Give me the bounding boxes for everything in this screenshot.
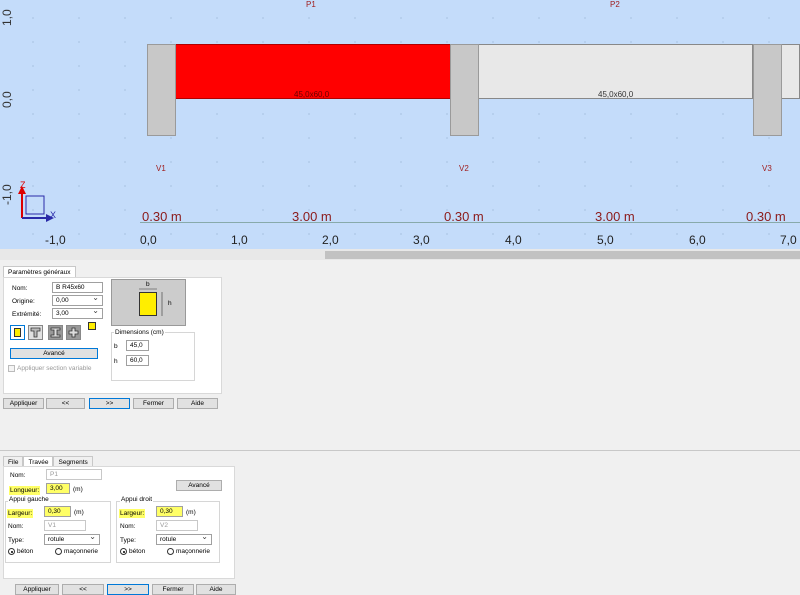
y-tick-label: 1,0 — [0, 9, 14, 26]
i-section-button[interactable] — [48, 325, 63, 340]
x-tick-label: 5,0 — [597, 233, 614, 247]
b-label: b — [114, 343, 118, 350]
origine-label: Origine: — [12, 298, 35, 305]
pillar-v3[interactable] — [753, 44, 782, 136]
x-tick-label: 6,0 — [689, 233, 706, 247]
extremite-select[interactable]: 3,00 — [52, 306, 103, 319]
x-tick-label: -1,0 — [45, 233, 66, 247]
origine-select[interactable]: 0,00 — [52, 293, 103, 306]
preview-dimension-lines — [139, 288, 163, 316]
beam-tag-p2: P2 — [610, 0, 620, 9]
span-apply-button[interactable]: Appliquer — [15, 584, 59, 595]
scrollbar-thumb[interactable] — [325, 251, 800, 259]
t-section-button[interactable] — [28, 325, 43, 340]
span-name-field[interactable]: P1 — [46, 469, 102, 480]
span-close-button[interactable]: Fermer — [152, 584, 194, 595]
preview-h-label: h — [168, 300, 172, 307]
grid — [0, 0, 800, 260]
left-largeur-label: Largeur: — [7, 509, 34, 518]
left-maconnerie-radio[interactable] — [55, 548, 62, 555]
right-largeur-unit: (m) — [186, 509, 196, 516]
support-tag-v3: V3 — [762, 164, 772, 173]
span-previous-button[interactable]: << — [62, 584, 104, 595]
left-support-title: Appui gauche — [8, 496, 50, 503]
x-tick-label: 2,0 — [322, 233, 339, 247]
longueur-label: Longueur: — [9, 486, 41, 495]
section-preview: b h — [111, 279, 186, 326]
dimensions-title: Dimensions (cm) — [114, 329, 165, 336]
cross-section-button[interactable] — [66, 325, 81, 340]
rectangle-shape-icon — [14, 328, 21, 337]
span-nom-label: Nom: — [10, 472, 26, 479]
right-beton-radio[interactable] — [120, 548, 127, 555]
beam-tag-p1: P1 — [306, 0, 316, 9]
left-maconnerie-label: maçonnerie — [64, 548, 98, 555]
x-tick-label: 7,0 — [780, 233, 797, 247]
span-help-button[interactable]: Aide — [196, 584, 236, 595]
b-field[interactable]: 45,0 — [126, 340, 149, 351]
y-tick-label: 0,0 — [0, 91, 14, 108]
previous-button[interactable]: << — [46, 398, 85, 409]
variable-section-checkbox[interactable] — [8, 365, 15, 372]
right-largeur-label: Largeur: — [119, 509, 146, 518]
pillar-v1[interactable] — [147, 44, 176, 136]
dimension-line — [140, 222, 800, 223]
extremite-label: Extrémité: — [12, 311, 42, 318]
color-swatch[interactable] — [88, 322, 96, 330]
left-type-label: Type: — [8, 537, 24, 544]
axis-z-label: Z — [20, 180, 26, 190]
tab-parametres-generaux[interactable]: Paramètres généraux — [3, 266, 76, 277]
right-nom-label: Nom: — [120, 523, 136, 530]
left-nom-field[interactable]: V1 — [44, 520, 86, 531]
span-advanced-button[interactable]: Avancé — [176, 480, 222, 491]
x-tick-label: 1,0 — [231, 233, 248, 247]
h-label: h — [114, 358, 118, 365]
right-type-label: Type: — [120, 537, 136, 544]
right-type-select[interactable]: rotule — [156, 532, 212, 545]
close-button[interactable]: Fermer — [133, 398, 174, 409]
support-tag-v1: V1 — [156, 164, 166, 173]
next-button[interactable]: >> — [89, 398, 130, 409]
longueur-unit: (m) — [73, 486, 83, 493]
t-shape-icon — [30, 327, 41, 338]
right-largeur-field[interactable]: 0,30 — [156, 506, 183, 517]
divider — [0, 450, 800, 451]
x-tick-label: 3,0 — [413, 233, 430, 247]
left-largeur-field[interactable]: 0,30 — [44, 506, 71, 517]
x-tick-label: 0,0 — [140, 233, 157, 247]
rectangular-section-button[interactable] — [10, 325, 25, 340]
cross-shape-icon — [68, 327, 79, 338]
nom-label: Nom: — [12, 285, 28, 292]
x-tick-label: 4,0 — [505, 233, 522, 247]
preview-b-label: b — [146, 281, 150, 288]
i-shape-icon — [50, 327, 61, 338]
variable-section-label: Appliquer section variable — [17, 365, 92, 372]
help-button[interactable]: Aide — [177, 398, 218, 409]
left-nom-label: Nom: — [8, 523, 24, 530]
left-beton-label: béton — [17, 548, 34, 555]
beam-p3[interactable] — [781, 44, 800, 99]
structure-canvas[interactable]: 1,0 0,0 -1,0 P1 P2 45,0x60,0 45,0x60,0 V… — [0, 0, 800, 260]
advanced-button[interactable]: Avancé — [10, 348, 98, 359]
left-beton-radio[interactable] — [8, 548, 15, 555]
right-nom-field[interactable]: V2 — [156, 520, 198, 531]
longueur-field[interactable]: 3,00 — [46, 483, 70, 494]
h-field[interactable]: 60,0 — [126, 355, 149, 366]
beam-p1-section-label: 45,0x60,0 — [294, 90, 330, 99]
span-next-button[interactable]: >> — [107, 584, 149, 595]
section-name-field[interactable]: B R45x60 — [52, 282, 103, 293]
axis-x-label: X — [50, 210, 57, 220]
right-beton-label: béton — [129, 548, 146, 555]
right-support-title: Appui droit — [120, 496, 154, 503]
apply-button[interactable]: Appliquer — [3, 398, 44, 409]
support-tag-v2: V2 — [459, 164, 469, 173]
right-maconnerie-radio[interactable] — [167, 548, 174, 555]
left-type-select[interactable]: rotule — [44, 532, 100, 545]
beam-p2-section-label: 45,0x60,0 — [598, 90, 634, 99]
right-maconnerie-label: maçonnerie — [176, 548, 210, 555]
dimensions-group — [111, 332, 195, 381]
pillar-v2[interactable] — [450, 44, 479, 136]
left-largeur-unit: (m) — [74, 509, 84, 516]
